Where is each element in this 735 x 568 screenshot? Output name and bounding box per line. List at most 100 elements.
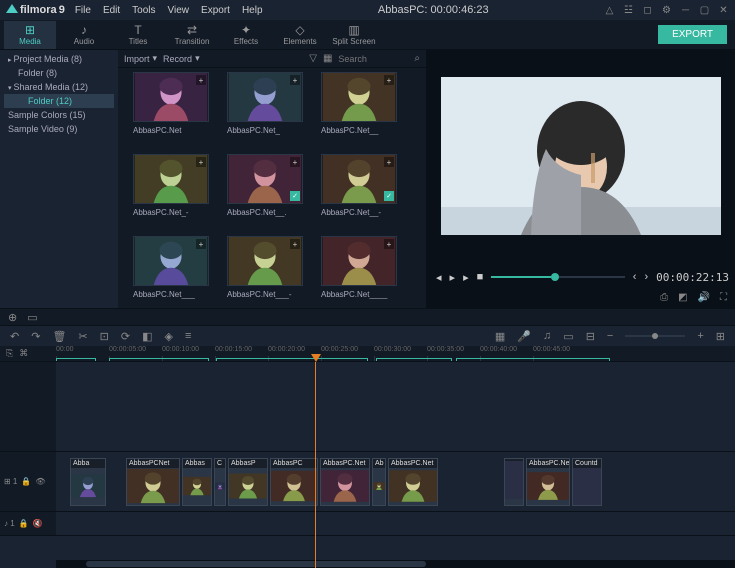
- undo-icon[interactable]: ↶: [10, 330, 19, 343]
- playhead[interactable]: [315, 362, 316, 568]
- add-icon[interactable]: +: [290, 239, 300, 249]
- timeline-clip[interactable]: AbbasP: [228, 458, 268, 506]
- audio-icon[interactable]: ♫: [543, 330, 551, 342]
- add-icon[interactable]: +: [196, 75, 206, 85]
- add-icon[interactable]: +: [196, 157, 206, 167]
- split-icon[interactable]: ✂: [78, 330, 87, 343]
- grid-view-icon[interactable]: ▦: [323, 53, 332, 64]
- zoom-to-fit-icon[interactable]: ⊟: [586, 330, 595, 343]
- minimize-icon[interactable]: ─: [680, 5, 691, 16]
- timeline-clip[interactable]: Abbas: [182, 458, 212, 506]
- settings-icon[interactable]: ⚙: [661, 5, 672, 16]
- video-track-content[interactable]: AbbaAbbasPCNetAbbasCAbbasPAbbasPCAbbasPC…: [56, 452, 735, 511]
- menu-file[interactable]: File: [75, 5, 91, 16]
- zoom-out-icon[interactable]: −: [607, 330, 613, 342]
- adjust-icon[interactable]: ≡: [185, 330, 191, 342]
- marker-icon[interactable]: ◈: [164, 330, 172, 343]
- menu-edit[interactable]: Edit: [103, 5, 120, 16]
- tab-media[interactable]: ⊞Media: [4, 21, 56, 49]
- sidebar-item[interactable]: Sample Colors (15): [4, 108, 114, 122]
- timeline-clip[interactable]: AbbasPC.Net: [320, 458, 370, 506]
- scrollbar-thumb[interactable]: [86, 561, 426, 567]
- add-icon[interactable]: +: [196, 239, 206, 249]
- preview-viewport[interactable]: [426, 50, 735, 262]
- scrub-head[interactable]: [551, 273, 559, 281]
- menu-tools[interactable]: Tools: [132, 5, 155, 16]
- tab-elements[interactable]: ◇Elements: [274, 21, 326, 49]
- media-thumbnail[interactable]: +AbbasPC.Net___: [126, 236, 216, 308]
- export-button[interactable]: EXPORT: [658, 25, 727, 44]
- media-thumbnail[interactable]: +✓AbbasPC.Net__.: [220, 154, 310, 234]
- crop-icon[interactable]: ⊡: [100, 330, 109, 343]
- record-vo-icon[interactable]: 🎤: [517, 330, 531, 343]
- record-dropdown[interactable]: Record ▾: [163, 53, 200, 64]
- add-icon[interactable]: +: [290, 157, 300, 167]
- zoom-in-icon[interactable]: +: [697, 330, 703, 342]
- sidebar-item[interactable]: ▸Project Media (8): [4, 52, 114, 66]
- audio-track-content[interactable]: [56, 512, 735, 535]
- media-thumbnail[interactable]: +AbbasPC.Net_: [220, 72, 310, 152]
- zoom-slider[interactable]: [625, 335, 685, 337]
- sidebar-item[interactable]: Folder (8): [4, 66, 114, 80]
- sidebar-item[interactable]: Folder (12): [4, 94, 114, 108]
- search-input[interactable]: [338, 54, 408, 64]
- lock-icon[interactable]: 🔒: [19, 519, 29, 528]
- notification-icon[interactable]: ☳: [623, 5, 634, 16]
- manage-tracks-icon[interactable]: ⊞: [716, 330, 725, 343]
- import-dropdown[interactable]: Import ▾: [124, 53, 157, 64]
- media-thumbnail[interactable]: +AbbasPC.Net_-: [126, 154, 216, 234]
- timeline-clip[interactable]: AbbasPCNet: [126, 458, 180, 506]
- timeline-clip[interactable]: Abba: [70, 458, 106, 506]
- add-bin-icon[interactable]: ⊕: [8, 311, 17, 324]
- media-thumbnail[interactable]: +AbbasPC.Net____: [314, 236, 404, 308]
- redo-icon[interactable]: ↷: [31, 330, 40, 343]
- sidebar-item[interactable]: Sample Video (9): [4, 122, 114, 136]
- cloud-icon[interactable]: ◻: [642, 5, 653, 16]
- maximize-icon[interactable]: ▢: [699, 5, 710, 16]
- timeline-scrollbar[interactable]: [56, 560, 735, 568]
- search-icon[interactable]: ⌕: [414, 53, 420, 64]
- timeline-clip[interactable]: C: [214, 458, 226, 506]
- media-thumbnail[interactable]: +✓AbbasPC.Net__-: [314, 154, 404, 234]
- new-folder-icon[interactable]: ▭: [27, 311, 37, 324]
- visibility-icon[interactable]: 👁: [35, 477, 45, 486]
- sidebar-item[interactable]: ▾Shared Media (12): [4, 80, 114, 94]
- play-button[interactable]: ▸: [450, 271, 456, 284]
- stop-button[interactable]: ■: [477, 271, 484, 283]
- close-icon[interactable]: ✕: [718, 5, 729, 16]
- add-icon[interactable]: +: [384, 239, 394, 249]
- lock-icon[interactable]: 🔒: [21, 477, 31, 486]
- filter-icon[interactable]: ▽: [309, 53, 317, 64]
- media-thumbnail[interactable]: +AbbasPC.Net___-: [220, 236, 310, 308]
- color-icon[interactable]: ◧: [142, 330, 152, 343]
- timeline-ruler[interactable]: 00:0000:00:05:0000:00:10:0000:00:15:0000…: [56, 346, 735, 361]
- add-icon[interactable]: +: [290, 75, 300, 85]
- add-icon[interactable]: +: [384, 75, 394, 85]
- add-icon[interactable]: +: [384, 157, 394, 167]
- snap-icon[interactable]: ⌘: [19, 348, 28, 359]
- media-thumbnail[interactable]: +AbbasPC.Net__: [314, 72, 404, 152]
- tab-split-screen[interactable]: ▥Split Screen: [328, 21, 380, 49]
- menu-view[interactable]: View: [168, 5, 190, 16]
- view-icon[interactable]: ▭: [563, 330, 573, 343]
- prev-frame-button[interactable]: ◂: [436, 271, 442, 284]
- media-thumbnail[interactable]: +AbbasPC.Net: [126, 72, 216, 152]
- snapshot-icon[interactable]: ⎙: [660, 292, 668, 304]
- prev-marker-icon[interactable]: ‹: [633, 271, 637, 283]
- tab-transition[interactable]: ⇄Transition: [166, 21, 218, 49]
- tab-effects[interactable]: ✦Effects: [220, 21, 272, 49]
- menu-help[interactable]: Help: [242, 5, 263, 16]
- tab-audio[interactable]: ♪Audio: [58, 21, 110, 49]
- timeline-clip[interactable]: Ab: [372, 458, 386, 506]
- delete-icon[interactable]: 🗑: [52, 330, 66, 343]
- menu-export[interactable]: Export: [201, 5, 230, 16]
- timeline-clip[interactable]: [504, 458, 524, 506]
- timeline-clip[interactable]: Countd: [572, 458, 602, 506]
- next-frame-button[interactable]: ▸: [463, 271, 469, 284]
- link-icon[interactable]: ⎘: [6, 348, 13, 359]
- user-icon[interactable]: △: [604, 5, 615, 16]
- mute-icon[interactable]: 🔇: [33, 519, 43, 528]
- playhead-handle[interactable]: [311, 354, 321, 362]
- track-content[interactable]: [56, 362, 735, 451]
- mixer-icon[interactable]: ▦: [495, 330, 505, 343]
